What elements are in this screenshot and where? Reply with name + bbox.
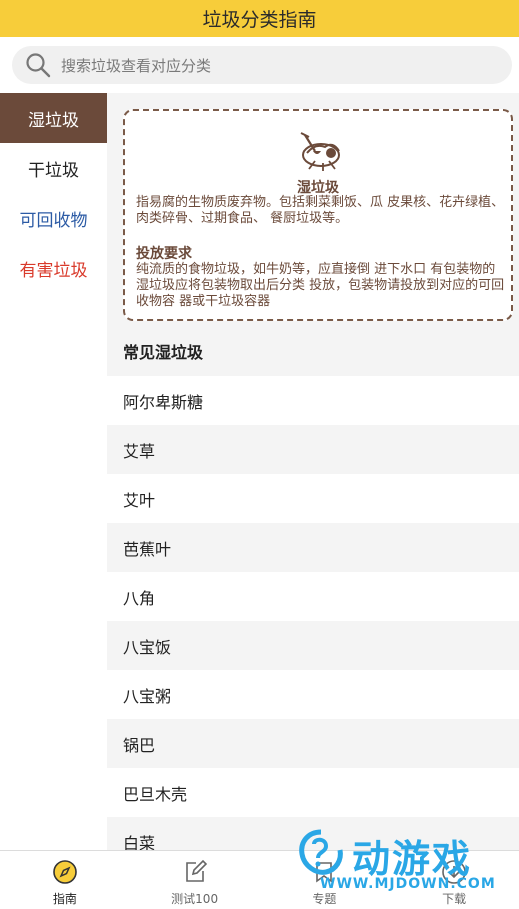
topic-icon: [316, 862, 333, 883]
card-title: 湿垃圾: [297, 180, 339, 196]
search-placeholder: 搜索垃圾查看对应分类: [61, 56, 212, 75]
page-title: 垃圾分类指南: [202, 9, 317, 31]
list-item[interactable]: 八宝粥: [107, 670, 519, 719]
app-header: 垃圾分类指南: [0, 0, 519, 37]
common-items-title: 常见湿垃圾: [123, 343, 204, 362]
sidebar-item-wet[interactable]: 湿垃圾: [0, 93, 107, 143]
list-item[interactable]: 芭蕉叶: [107, 523, 519, 572]
tab-guide[interactable]: 指南: [0, 851, 130, 909]
tab-topic[interactable]: 专题: [260, 851, 390, 909]
sidebar-item-recyclable[interactable]: 可回收物: [0, 193, 107, 243]
tab-guide-label: 指南: [52, 892, 77, 906]
tab-download-label: 下载: [442, 892, 467, 906]
list-item[interactable]: 锅巴: [107, 719, 519, 768]
tab-download[interactable]: 下载: [389, 851, 519, 909]
tab-topic-label: 专题: [312, 892, 337, 906]
tab-test-label: 测试100: [171, 892, 219, 906]
category-info-card: 湿垃圾 指易腐的生物质废弃物。包括剩菜剩饭、瓜 皮果核、花卉绿植、肉类碎骨、过期…: [123, 109, 513, 321]
compass-icon: [53, 860, 77, 884]
common-items-list: 阿尔卑斯糖 艾草 艾叶 芭蕉叶 八角 八宝饭 八宝粥 锅巴 巴旦木壳 白菜: [107, 376, 519, 850]
search-input[interactable]: 搜索垃圾查看对应分类: [12, 46, 512, 84]
list-item[interactable]: 巴旦木壳: [107, 768, 519, 817]
requirement-text: 纯流质的食物垃圾，如牛奶等，应直接倒 进下水口 有包装物的湿垃圾应将包装物取出后…: [136, 262, 505, 309]
requirement-title: 投放要求: [136, 246, 192, 262]
list-item[interactable]: 八宝饭: [107, 621, 519, 670]
card-description: 指易腐的生物质废弃物。包括剩菜剩饭、瓜 皮果核、花卉绿植、肉类碎骨、过期食品、 …: [136, 195, 505, 226]
food-waste-icon: [300, 132, 340, 171]
list-item[interactable]: 艾草: [107, 425, 519, 474]
bottom-tab-bar: 指南 测试100 专题 下载: [0, 850, 519, 909]
list-item[interactable]: 阿尔卑斯糖: [107, 376, 519, 425]
edit-icon: [185, 859, 207, 882]
list-item[interactable]: 白菜: [107, 817, 519, 850]
search-icon: [26, 53, 51, 78]
sidebar-item-dry[interactable]: 干垃圾: [0, 143, 107, 193]
category-sidebar: 湿垃圾 干垃圾 可回收物 有害垃圾: [0, 93, 107, 850]
sidebar-item-hazardous[interactable]: 有害垃圾: [0, 243, 107, 293]
content-panel: 湿垃圾 指易腐的生物质废弃物。包括剩菜剩饭、瓜 皮果核、花卉绿植、肉类碎骨、过期…: [107, 93, 519, 850]
tab-test[interactable]: 测试100: [130, 851, 260, 909]
list-item[interactable]: 艾叶: [107, 474, 519, 523]
download-icon: [442, 860, 466, 884]
list-item[interactable]: 八角: [107, 572, 519, 621]
search-area: 搜索垃圾查看对应分类: [0, 37, 519, 93]
